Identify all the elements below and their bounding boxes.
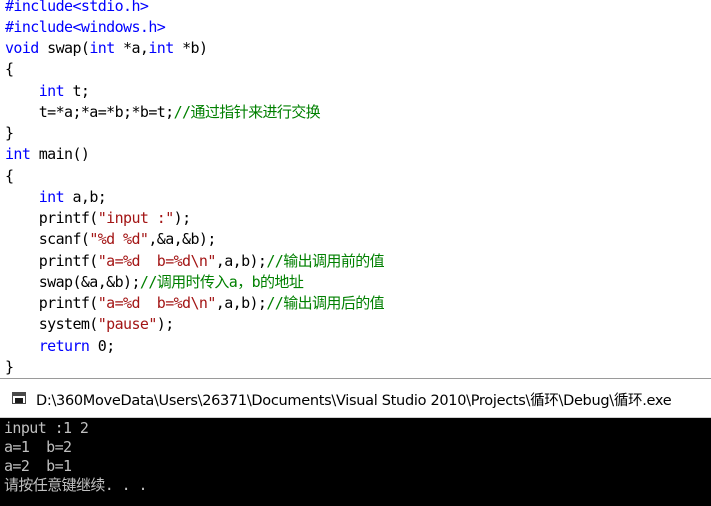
code-line: printf("a=%d b=%d\n",a,b);//输出调用前的值 bbox=[5, 251, 385, 272]
code-line: { bbox=[5, 59, 14, 80]
code-text: { bbox=[5, 167, 14, 185]
console-window-icon bbox=[12, 392, 26, 404]
code-keyword: int bbox=[38, 188, 65, 206]
code-text: printf( bbox=[5, 252, 99, 270]
console-output-line: 请按任意键继续. . . bbox=[4, 476, 148, 494]
code-text: ); bbox=[156, 315, 174, 333]
code-keyword: int bbox=[5, 145, 31, 163]
code-text: *b) bbox=[173, 39, 208, 57]
code-line: int a,b; bbox=[5, 187, 107, 208]
code-text: { bbox=[5, 60, 14, 78]
code-keyword: #include<windows.h> bbox=[5, 18, 166, 36]
code-text: 0; bbox=[89, 337, 115, 355]
console-output-line: a=1 b=2 bbox=[4, 438, 72, 456]
code-text: swap( bbox=[38, 39, 90, 57]
code-line: } bbox=[5, 123, 14, 144]
code-comment: //通过指针来进行交换 bbox=[173, 103, 321, 121]
code-text: printf( bbox=[5, 209, 99, 227]
code-comment: //输出调用前的值 bbox=[266, 252, 385, 270]
code-text: } bbox=[5, 124, 14, 142]
code-line: #include<stdio.h> bbox=[5, 0, 149, 17]
console-output[interactable]: input :1 2 a=1 b=2 a=2 b=1 请按任意键继续. . . bbox=[0, 418, 711, 506]
code-string: "pause" bbox=[97, 315, 158, 333]
code-line: system("pause"); bbox=[5, 314, 175, 335]
code-text: printf( bbox=[5, 294, 99, 312]
code-line: printf("a=%d b=%d\n",a,b);//输出调用后的值 bbox=[5, 293, 385, 314]
code-line: scanf("%d %d",&a,&b); bbox=[5, 229, 217, 250]
code-text: system( bbox=[5, 315, 99, 333]
code-line: return 0; bbox=[5, 336, 115, 357]
code-line: swap(&a,&b);//调用时传入a，b的地址 bbox=[5, 272, 304, 293]
code-keyword: void bbox=[5, 39, 39, 57]
code-text: } bbox=[5, 358, 14, 376]
code-string: "a=%d b=%d\n" bbox=[97, 252, 217, 270]
code-text: swap(&a,&b); bbox=[5, 273, 141, 291]
code-line: { bbox=[5, 166, 14, 187]
code-text: ,a,b); bbox=[215, 252, 267, 270]
code-line: int main() bbox=[5, 144, 90, 165]
console-output-line: a=2 b=1 bbox=[4, 457, 72, 475]
code-text: ); bbox=[173, 209, 191, 227]
code-string: "input :" bbox=[97, 209, 174, 227]
console-window[interactable]: D:\360MoveData\Users\26371\Documents\Vis… bbox=[0, 378, 711, 506]
code-text: ,a,b); bbox=[215, 294, 267, 312]
code-line: } bbox=[5, 357, 14, 378]
code-text: main() bbox=[30, 145, 90, 163]
code-keyword: #include<stdio.h> bbox=[5, 0, 149, 15]
code-string: "a=%d b=%d\n" bbox=[97, 294, 217, 312]
code-comment: //输出调用后的值 bbox=[266, 294, 385, 312]
code-text: ,&a,&b); bbox=[148, 230, 216, 248]
code-text: t; bbox=[64, 82, 90, 100]
console-output-line: input :1 2 bbox=[4, 419, 89, 437]
code-editor[interactable]: #include<stdio.h> #include<windows.h> void… bbox=[0, 0, 711, 378]
code-keyword: int bbox=[89, 39, 115, 57]
code-line: int t; bbox=[5, 81, 90, 102]
code-line: printf("input :"); bbox=[5, 208, 191, 229]
code-text: scanf( bbox=[5, 230, 90, 248]
code-text: a,b; bbox=[64, 188, 107, 206]
code-keyword: int bbox=[38, 82, 65, 100]
code-text: *a, bbox=[114, 39, 149, 57]
code-comment: //调用时传入a，b的地址 bbox=[139, 273, 304, 291]
code-keyword: return bbox=[38, 337, 90, 355]
console-title: D:\360MoveData\Users\26371\Documents\Vis… bbox=[36, 393, 672, 409]
code-line: void swap(int *a,int *b) bbox=[5, 38, 208, 59]
code-string: "%d %d" bbox=[89, 230, 149, 248]
console-title-bar[interactable]: D:\360MoveData\Users\26371\Documents\Vis… bbox=[0, 379, 711, 418]
code-line: t=*a;*a=*b;*b=t;//通过指针来进行交换 bbox=[5, 102, 321, 123]
code-line: #include<windows.h> bbox=[5, 17, 166, 38]
code-keyword: int bbox=[148, 39, 174, 57]
code-text: t=*a;*a=*b;*b=t; bbox=[5, 103, 175, 121]
